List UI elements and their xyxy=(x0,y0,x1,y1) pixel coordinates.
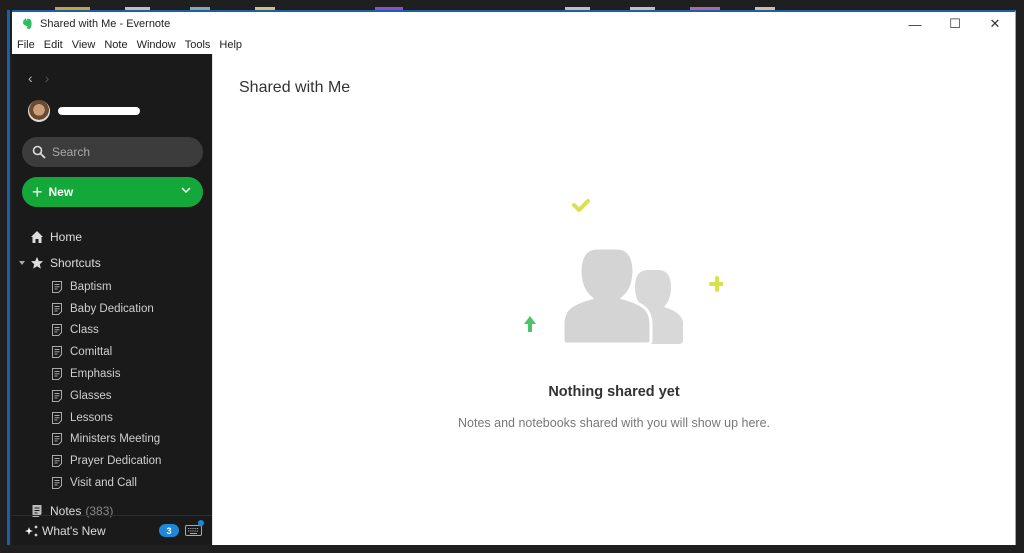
note-icon xyxy=(52,368,62,381)
account-name-redacted xyxy=(58,107,140,115)
note-icon xyxy=(52,324,62,337)
search-icon xyxy=(32,145,46,159)
maximize-button[interactable]: ☐ xyxy=(935,12,975,36)
shortcut-item[interactable]: Ministers Meeting xyxy=(12,429,212,451)
empty-state-title: Nothing shared yet xyxy=(548,384,680,400)
title-bar: Shared with Me - Evernote — ☐ ✕ xyxy=(12,12,1015,36)
people-icon xyxy=(561,246,683,346)
sidebar-item-label: Home xyxy=(50,230,83,244)
menu-tools[interactable]: Tools xyxy=(185,39,211,51)
shortcut-label: Prayer Dedication xyxy=(70,455,162,468)
shortcut-item[interactable]: Lessons xyxy=(12,407,212,429)
note-icon xyxy=(52,411,62,424)
menu-bar: File Edit View Note Window Tools Help xyxy=(12,36,1015,54)
shortcut-item[interactable]: Emphasis xyxy=(12,363,212,385)
sidebar-item-shortcuts[interactable]: Shortcuts xyxy=(12,250,212,276)
note-icon xyxy=(52,389,62,402)
note-icon xyxy=(52,433,62,446)
star-icon xyxy=(31,257,43,269)
sidebar-item-label: Shortcuts xyxy=(50,256,101,270)
caret-down-icon[interactable] xyxy=(18,259,26,267)
chevron-down-icon[interactable] xyxy=(181,185,191,195)
shortcut-item[interactable]: Glasses xyxy=(12,385,212,407)
up-arrow-icon xyxy=(524,316,536,332)
checkmark-icon xyxy=(572,199,590,212)
menu-file[interactable]: File xyxy=(17,39,35,51)
note-icon xyxy=(52,346,62,359)
plus-sparkle-icon xyxy=(709,276,723,292)
whats-new-label: What's New xyxy=(42,523,106,538)
plus-icon: + xyxy=(32,182,43,202)
empty-state-illustration xyxy=(524,199,723,346)
empty-state-description: Notes and notebooks shared with you will… xyxy=(458,416,770,430)
note-icon xyxy=(52,302,62,315)
shortcut-label: Baby Dedication xyxy=(70,302,154,315)
shortcut-label: Emphasis xyxy=(70,368,121,381)
sparkle-icon xyxy=(25,524,38,537)
close-button[interactable]: ✕ xyxy=(975,12,1015,36)
main-content: Shared with Me Nothing shared yet Notes … xyxy=(212,54,1015,545)
shortcut-list: Baptism Baby Dedication Class Comittal Empha… xyxy=(12,276,212,494)
shortcut-item[interactable]: Baptism xyxy=(12,276,212,298)
new-button-label: New xyxy=(48,185,74,199)
new-note-button[interactable]: + New xyxy=(22,177,203,207)
note-icon xyxy=(52,455,62,468)
evernote-window: Shared with Me - Evernote — ☐ ✕ File Edi… xyxy=(12,10,1016,545)
forward-arrow-icon[interactable]: › xyxy=(45,70,50,86)
page-title: Shared with Me xyxy=(239,79,351,96)
account-switcher[interactable] xyxy=(28,100,140,122)
note-icon xyxy=(52,280,62,293)
shortcut-label: Glasses xyxy=(70,389,112,402)
desktop-background xyxy=(0,0,1024,11)
whats-new-button[interactable]: What's New 3 xyxy=(12,515,212,545)
avatar[interactable] xyxy=(28,100,50,122)
minimize-button[interactable]: — xyxy=(895,12,935,36)
search-input[interactable] xyxy=(52,145,192,159)
menu-note[interactable]: Note xyxy=(104,39,127,51)
shortcut-item[interactable]: Comittal xyxy=(12,341,212,363)
evernote-logo-icon xyxy=(23,18,32,29)
shortcut-label: Lessons xyxy=(70,411,113,424)
window-title: Shared with Me - Evernote xyxy=(40,18,171,30)
shortcut-item[interactable]: Visit and Call xyxy=(12,472,212,494)
desktop-left-edge xyxy=(0,10,12,545)
menu-window[interactable]: Window xyxy=(137,39,176,51)
shortcut-item[interactable]: Prayer Dedication xyxy=(12,450,212,472)
home-icon xyxy=(31,231,43,243)
sidebar-nav: Home Shortcuts Baptism Baby Dedication Cla… xyxy=(12,224,212,524)
shortcut-item[interactable]: Baby Dedication xyxy=(12,298,212,320)
shortcut-label: Comittal xyxy=(70,346,113,359)
shortcut-label: Baptism xyxy=(70,280,112,293)
search-bar[interactable] xyxy=(22,137,203,167)
note-icon xyxy=(52,477,62,490)
sidebar: ‹ › + New Home xyxy=(12,54,212,545)
notification-dot xyxy=(198,520,204,526)
shortcut-label: Visit and Call xyxy=(70,477,137,490)
shortcut-label: Ministers Meeting xyxy=(70,433,161,446)
whats-new-badge: 3 xyxy=(159,524,179,537)
shortcut-label: Class xyxy=(70,324,99,337)
back-arrow-icon[interactable]: ‹ xyxy=(28,70,33,86)
shortcut-item[interactable]: Class xyxy=(12,320,212,342)
menu-edit[interactable]: Edit xyxy=(44,39,63,51)
menu-help[interactable]: Help xyxy=(219,39,242,51)
menu-view[interactable]: View xyxy=(72,39,96,51)
sidebar-item-home[interactable]: Home xyxy=(12,224,212,250)
